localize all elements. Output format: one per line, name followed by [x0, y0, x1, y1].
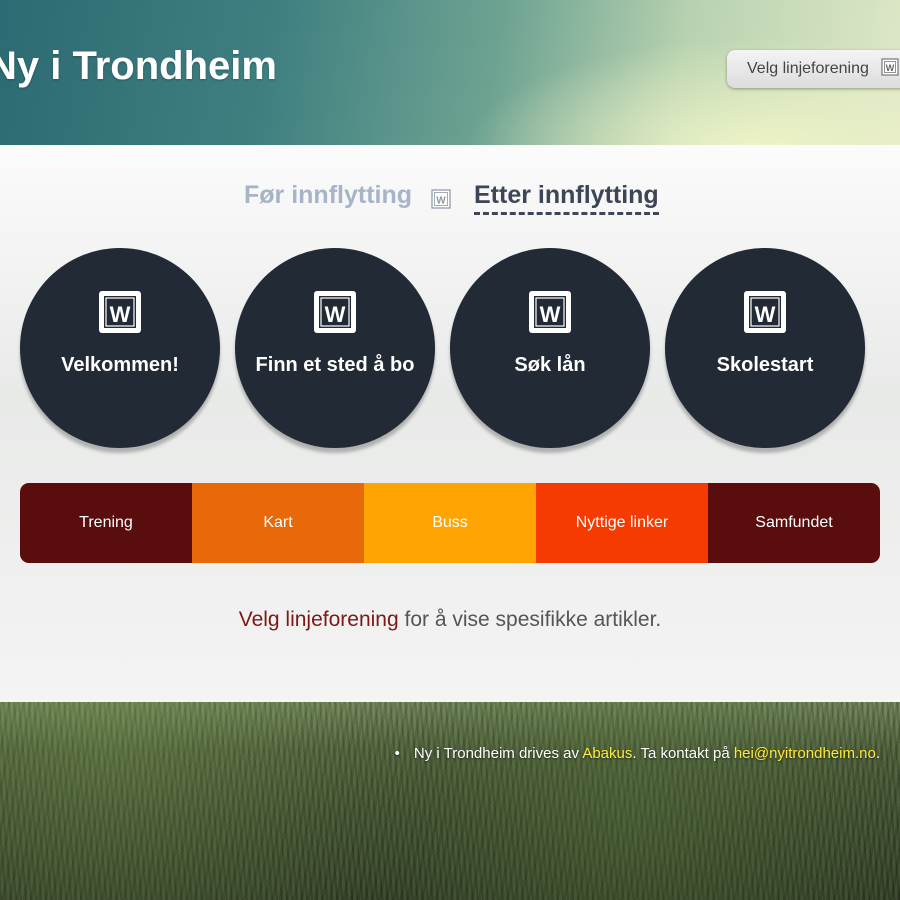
- abakus-logo-icon: W: [881, 57, 899, 81]
- footer-suffix: .: [875, 745, 880, 762]
- site-title: Ny i Trondheim: [0, 44, 277, 88]
- contact-email-link[interactable]: hei@nyitrondheim.no: [734, 745, 876, 762]
- footer-middle: . Ta kontakt på: [632, 745, 734, 762]
- circle-label: Skolestart: [716, 354, 814, 376]
- circle-school-start[interactable]: W Skolestart: [665, 248, 865, 448]
- svg-text:W: W: [110, 302, 131, 327]
- links-bar: Trening Kart Buss Nyttige linker Samfund…: [20, 483, 880, 563]
- circle-welcome[interactable]: W Velkommen!: [20, 248, 220, 448]
- link-training[interactable]: Trening: [20, 483, 192, 563]
- select-association-link[interactable]: Velg linjeforening: [239, 608, 399, 631]
- footer-prefix: Ny i Trondheim drives av: [413, 745, 583, 762]
- abakus-logo-icon: W: [431, 189, 451, 214]
- select-association-notice: Velg linjeforening for å vise spesifikke…: [0, 608, 900, 632]
- svg-text:W: W: [540, 302, 561, 327]
- phase-tabs: Før innflytting W Etter innflytting: [0, 181, 900, 221]
- link-samfundet[interactable]: Samfundet: [708, 483, 880, 563]
- tab-before-moving[interactable]: Før innflytting: [244, 181, 412, 210]
- circle-label: Finn et sted å bo: [255, 354, 415, 376]
- topic-circles: W Velkommen! W Finn et sted å bo W Søk l…: [20, 248, 880, 448]
- footer: • Ny i Trondheim drives av Abakus. Ta kon…: [395, 745, 880, 762]
- notice-text: for å vise spesifikke artikler.: [398, 608, 662, 631]
- svg-text:W: W: [436, 196, 446, 207]
- circle-find-housing[interactable]: W Finn et sted å bo: [235, 248, 435, 448]
- circle-label: Søk lån: [514, 354, 586, 376]
- abakus-logo-icon: W: [97, 289, 143, 340]
- abakus-logo-icon: W: [742, 289, 788, 340]
- select-button-label: Velg linjeforening: [747, 60, 869, 77]
- svg-text:W: W: [325, 302, 346, 327]
- circle-label: Velkommen!: [61, 354, 179, 376]
- select-line-association-button[interactable]: Velg linjeforening W: [727, 50, 900, 88]
- link-bus[interactable]: Buss: [364, 483, 536, 563]
- footer-grass-background: [0, 700, 900, 900]
- circle-apply-loan[interactable]: W Søk lån: [450, 248, 650, 448]
- tab-after-moving[interactable]: Etter innflytting: [474, 181, 659, 215]
- abakus-logo-icon: W: [312, 289, 358, 340]
- svg-text:W: W: [886, 63, 895, 73]
- svg-text:W: W: [755, 302, 776, 327]
- abakus-logo-icon: W: [527, 289, 573, 340]
- bullet: •: [394, 745, 400, 762]
- link-useful-links[interactable]: Nyttige linker: [536, 483, 708, 563]
- abakus-link[interactable]: Abakus: [582, 745, 632, 762]
- link-map[interactable]: Kart: [192, 483, 364, 563]
- main-panel: Før innflytting W Etter innflytting W Ve…: [0, 145, 900, 702]
